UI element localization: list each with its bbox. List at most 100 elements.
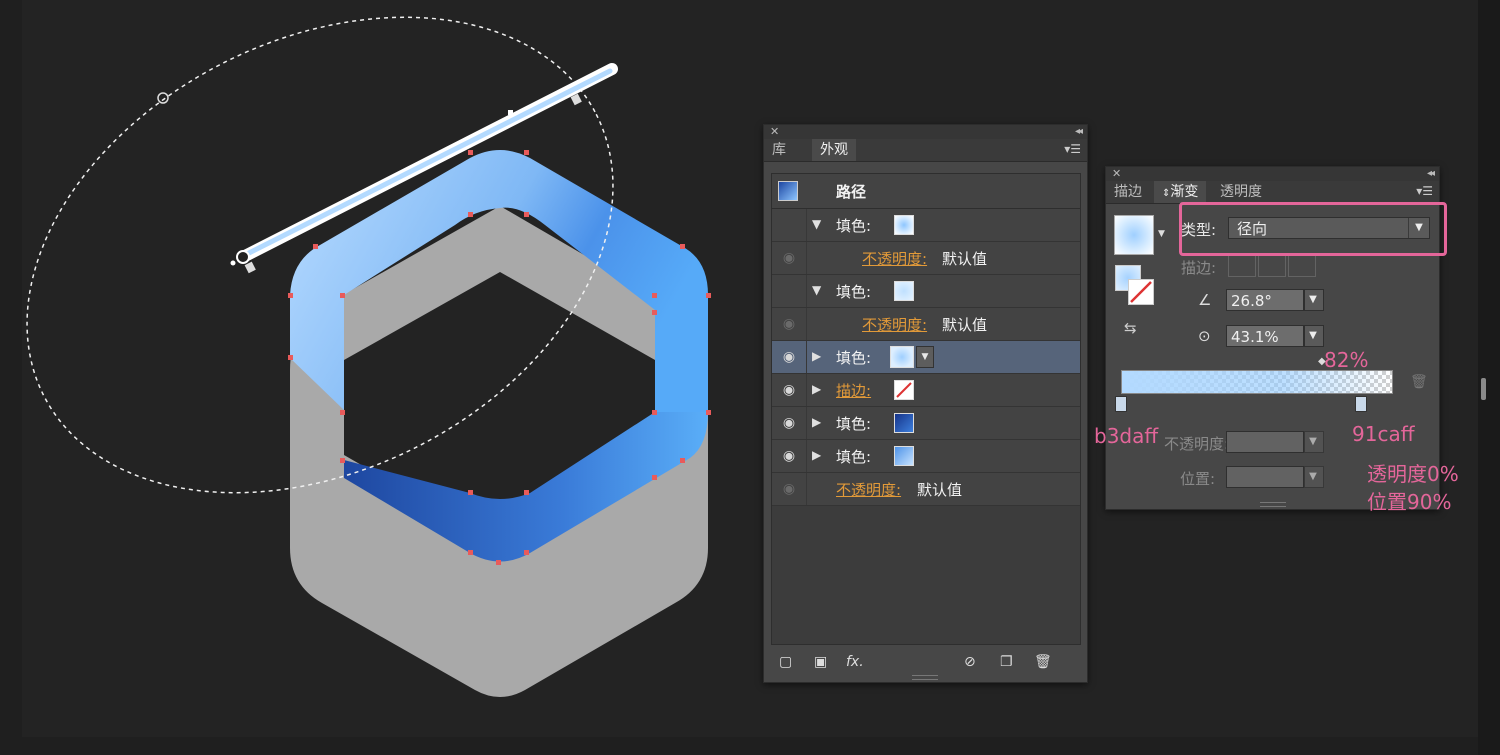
aspect-ratio-dropdown[interactable]: ▼ [1304,325,1324,347]
list-item[interactable]: ◉ 不透明度: 默认值 [772,308,1080,341]
fill-label: 填色: [836,349,872,367]
add-fill-icon[interactable]: ▣ [814,654,827,670]
right-stop-position-annotation: 位置90% [1367,490,1452,514]
add-stroke-icon[interactable]: ▢ [779,654,792,670]
opacity-dropdown[interactable]: ▼ [1304,431,1324,453]
gradient-stop-right[interactable] [1355,396,1367,412]
blue-top-band[interactable] [290,150,708,412]
stroke-none-swatch[interactable] [894,380,914,400]
midpoint-value: 82% [1324,348,1369,372]
fill-swatch[interactable] [894,446,914,466]
none-slash-icon [896,382,912,398]
list-item-selected[interactable]: ◉ ▶ 填色: ▼ [772,341,1080,374]
right-stop-opacity-annotation: 透明度0% [1367,462,1459,486]
expand-triangle-icon[interactable]: ▶ [812,448,821,462]
aspect-ratio-input[interactable]: 43.1% [1226,325,1304,347]
expand-triangle-icon[interactable]: ▶ [812,382,821,396]
tab-gradient[interactable]: ⇕渐变 [1154,181,1207,203]
stroke-label: 描边: [1181,259,1217,277]
tab-transparency[interactable]: 透明度 [1212,181,1270,203]
fill-label: 填色: [836,415,872,433]
gradient-tabs: 描边 ⇕渐变 透明度 ▾☰ [1106,181,1439,204]
close-icon[interactable]: ✕ [770,125,779,139]
fill-swatch[interactable] [890,346,914,368]
type-highlight-box [1179,202,1447,256]
list-item[interactable]: ▼ 填色: [772,275,1080,308]
position-dropdown[interactable]: ▼ [1304,466,1324,488]
trash-icon[interactable]: 🗑 [1034,654,1052,670]
collapse-triangle-icon[interactable]: ▼ [812,283,821,297]
expand-triangle-icon[interactable]: ▶ [812,415,821,429]
fill-swatch[interactable] [894,413,914,433]
left-stop-color-annotation: b3daff [1094,424,1159,448]
fill-swatch[interactable] [894,215,914,235]
appearance-list: ▼ 填色: ◉ 不透明度: 默认值 ▼ 填色: ◉ 不透明度: 默认值 ◉ ▶ … [771,208,1081,645]
opacity-label: 不透明度: [1164,435,1230,453]
list-item[interactable]: ◉ 不透明度: 默认值 [772,473,1080,506]
stroke-link[interactable]: 描边: [836,380,871,401]
resize-grip[interactable] [1260,502,1286,507]
position-label: 位置: [1180,470,1216,488]
opacity-link[interactable]: 不透明度: [862,314,927,335]
right-stop-color-annotation: 91caff [1352,422,1415,446]
panel-menu-icon[interactable]: ▾☰ [1416,184,1433,198]
aspect-ratio-icon: ⊙ [1198,327,1211,345]
opacity-input[interactable] [1226,431,1304,453]
object-thumbnail [778,181,798,201]
visibility-eye-icon[interactable]: ◉ [778,315,800,333]
expand-triangle-icon[interactable]: ▶ [812,349,821,363]
angle-icon: ∠ [1198,291,1212,309]
position-input[interactable] [1226,466,1304,488]
opacity-link[interactable]: 不透明度: [862,248,927,269]
list-item[interactable]: ◉ ▶ 填色: [772,407,1080,440]
delete-stop-icon[interactable]: 🗑 [1410,374,1428,390]
opacity-value: 默认值 [917,481,963,499]
resize-grip[interactable] [912,675,938,680]
gradient-slider-bar[interactable] [1121,370,1393,394]
gradient-stop-left[interactable] [1115,396,1127,412]
close-icon[interactable]: ✕ [1112,167,1121,181]
tab-stroke[interactable]: 描边 [1106,181,1150,203]
panel-menu-icon[interactable]: ▾☰ [1064,142,1081,156]
list-item[interactable]: ◉ ▶ 描边: [772,374,1080,407]
collapse-triangle-icon[interactable]: ▼ [812,217,821,231]
appearance-tabs: 库 外观 ▾☰ [764,139,1087,162]
visibility-eye-icon[interactable]: ◉ [778,414,800,432]
collapse-icon[interactable]: ◂◂ [1075,125,1083,139]
clear-appearance-icon[interactable]: ⊘ [964,654,976,670]
list-item[interactable]: ◉ 不透明度: 默认值 [772,242,1080,275]
fill-label: 填色: [836,283,872,301]
visibility-eye-icon[interactable]: ◉ [778,249,800,267]
opacity-value: 默认值 [942,316,988,334]
appearance-panel[interactable]: ✕ ◂◂ 库 外观 ▾☰ 路径 ▼ 填色: ◉ 不透明度: 默认值 ▼ 填色: [763,124,1088,683]
thumbnail-dropdown-icon[interactable]: ▼ [1158,229,1165,239]
fx-icon[interactable]: fx. [846,654,864,670]
visibility-eye-icon[interactable]: ◉ [778,381,800,399]
tab-appearance[interactable]: 外观 [812,139,856,161]
visibility-eye-icon[interactable]: ◉ [778,480,800,498]
object-label: 路径 [836,183,867,201]
collapse-icon[interactable]: ◂◂ [1427,167,1435,181]
angle-dropdown[interactable]: ▼ [1304,289,1324,311]
ellipse-handle[interactable] [157,92,169,104]
none-slash-icon [1130,281,1152,303]
angle-input[interactable]: 26.8° [1226,289,1304,311]
gradient-thumbnail[interactable] [1114,215,1154,255]
panel-titlebar[interactable]: ✕ ◂◂ [1106,167,1439,181]
swatch-dropdown-icon[interactable]: ▼ [916,346,934,368]
fill-label: 填色: [836,217,872,235]
object-header-row[interactable]: 路径 [771,173,1081,209]
opacity-link[interactable]: 不透明度: [836,479,901,500]
tab-library[interactable]: 库 [764,139,794,161]
stroke-swatch[interactable] [1128,279,1154,305]
list-item[interactable]: ◉ ▶ 填色: [772,440,1080,473]
fill-swatch[interactable] [894,281,914,301]
list-item[interactable]: ▼ 填色: [772,209,1080,242]
duplicate-item-icon[interactable]: ❐ [1000,654,1013,670]
visibility-eye-icon[interactable]: ◉ [778,348,800,366]
visibility-eye-icon[interactable]: ◉ [778,447,800,465]
opacity-value: 默认值 [942,250,988,268]
fill-label: 填色: [836,448,872,466]
panel-titlebar[interactable]: ✕ ◂◂ [764,125,1087,139]
reverse-gradient-icon[interactable]: ⇆ [1124,319,1137,337]
